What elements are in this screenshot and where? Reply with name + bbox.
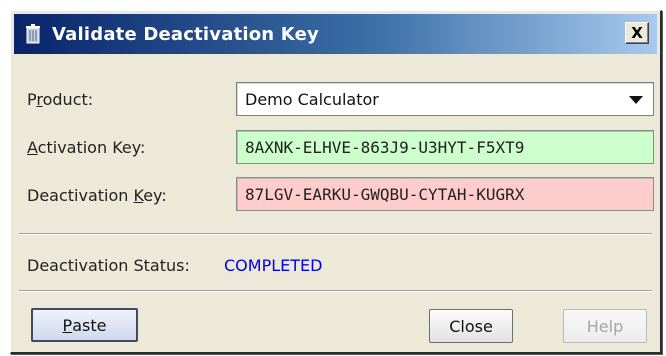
paste-button[interactable]: Paste [31,308,138,342]
deactivation-key-field[interactable]: 87LGV-EARKU-GWQBU-CYTAH-KUGRX [236,177,654,211]
close-window-button[interactable]: X [625,22,649,44]
product-label: Product: [27,90,94,109]
activation-key-label: Activation Key: [27,138,146,157]
close-button[interactable]: Close [429,309,513,343]
product-select-value: Demo Calculator [245,90,379,109]
product-select[interactable]: Demo Calculator [236,82,654,116]
trash-can-icon [22,23,44,45]
help-button[interactable]: Help [563,309,647,343]
chevron-down-icon[interactable] [625,93,647,107]
activation-key-field[interactable]: 8AXNK-ELHVE-863J9-U3HYT-F5XT9 [236,130,654,164]
deactivation-status-value: COMPLETED [224,256,323,275]
divider-top [19,233,652,235]
divider-bottom [19,290,652,292]
deactivation-key-label: Deactivation Key: [27,186,167,205]
deactivation-status-label: Deactivation Status: [27,256,190,275]
title-bar[interactable]: Validate Deactivation Key X [14,14,657,54]
close-icon: X [631,23,643,42]
validate-deactivation-key-dialog: Validate Deactivation Key X Product: Dem… [10,10,662,354]
window-title: Validate Deactivation Key [52,23,319,45]
